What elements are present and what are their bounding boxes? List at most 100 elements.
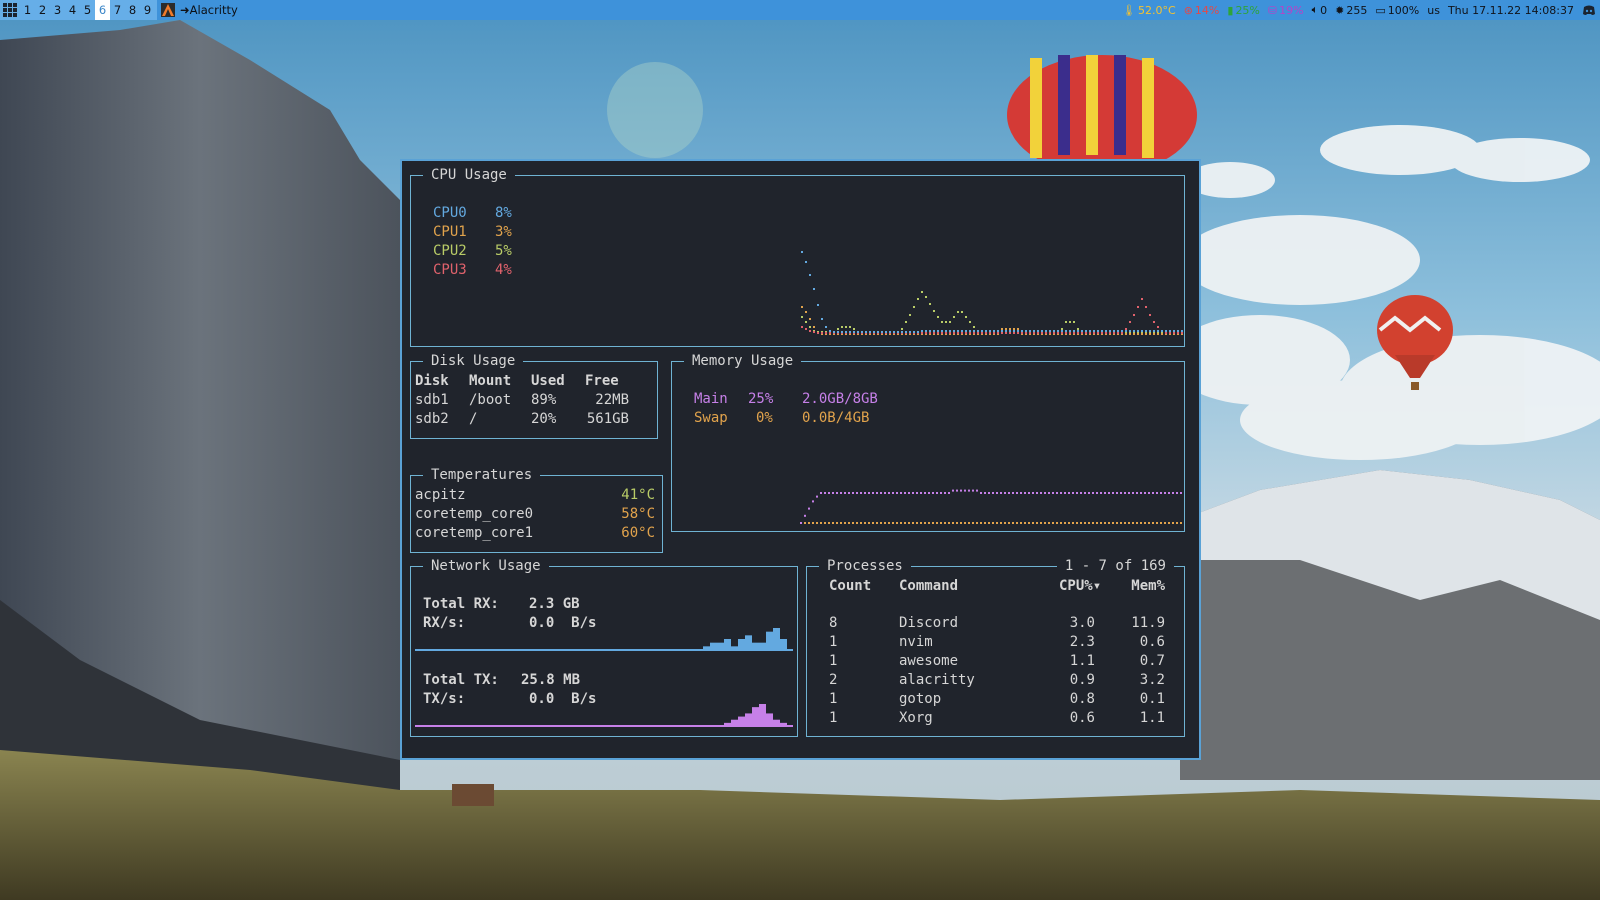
grid-launcher-icon[interactable] [0, 0, 20, 20]
keyboard-layout[interactable]: us [1427, 4, 1440, 17]
cpu2-series-point [905, 321, 907, 323]
cpu0-series-point [925, 330, 927, 332]
alacritty-window[interactable]: CPU Usage CPU0 8% CPU1 3% CPU2 5% CPU3 4… [400, 159, 1201, 760]
cpu3-series-point [1129, 321, 1131, 323]
cpu2-series-point [1069, 321, 1071, 323]
cpu0-series-point [913, 331, 915, 333]
cpu3-series-point [929, 332, 931, 334]
cpu0-series-point [1117, 330, 1119, 332]
cpu0-label: CPU0 [433, 205, 467, 221]
proc-header-count[interactable]: Count [829, 577, 871, 596]
main-series-point [832, 492, 834, 494]
cpu3-series-point [949, 332, 951, 334]
main-series-point [948, 492, 950, 494]
memory-widget[interactable]: ▮ 25% [1227, 4, 1260, 17]
cpu0-series-point [973, 330, 975, 332]
main-series-point [920, 492, 922, 494]
main-series [800, 489, 1182, 524]
memory-swap-amount: 0.0B/4GB [802, 410, 870, 426]
cpu2-series-point [961, 311, 963, 313]
swap-series-point [1024, 522, 1026, 524]
cpu2-series-point [1073, 321, 1075, 323]
main-series-point [1052, 492, 1054, 494]
tag-1[interactable]: 1 [20, 0, 35, 20]
cpu0-series-point [801, 251, 803, 253]
tag-2[interactable]: 2 [35, 0, 50, 20]
proc-count: 1 [829, 710, 838, 726]
tag-9[interactable]: 9 [140, 0, 155, 20]
temperature-widget[interactable]: 🌡︎ 52.0°C [1122, 4, 1176, 17]
clock[interactable]: Thu 17.11.22 14:08:37 [1448, 4, 1574, 17]
swap-series-point [1104, 522, 1106, 524]
main-series-point [1024, 492, 1026, 494]
processes-panel[interactable]: Processes 1 - 7 of 169 Count Command CPU… [806, 557, 1185, 737]
tag-4[interactable]: 4 [65, 0, 80, 20]
tag-6[interactable]: 6 [95, 0, 110, 20]
tag-3[interactable]: 3 [50, 0, 65, 20]
proc-header-mem[interactable]: Mem% [1107, 577, 1165, 596]
discord-icon[interactable] [1582, 5, 1596, 16]
cpu2-value: 5% [495, 243, 512, 259]
tag-list: 1 2 3 4 5 6 7 8 9 [20, 0, 155, 20]
cpu0-series-point [885, 331, 887, 333]
cpu2-series-point [1065, 321, 1067, 323]
cpu0-series-point [1001, 330, 1003, 332]
rx-bar [752, 642, 759, 650]
cpu3-series-point [965, 332, 967, 334]
proc-header-command[interactable]: Command [899, 577, 958, 596]
tag-5[interactable]: 5 [80, 0, 95, 20]
tasklist-item-alacritty[interactable]: ➜ Alacritty [157, 0, 1158, 20]
proc-count: 1 [829, 634, 838, 650]
cpu0-series-point [1169, 330, 1171, 332]
processes-range: 1 - 7 of 169 [1056, 557, 1174, 575]
main-series-point [1064, 492, 1066, 494]
rx-bar [773, 628, 780, 650]
main-series-point [996, 492, 998, 494]
rx-bar [731, 646, 738, 650]
rx-bar [745, 635, 752, 650]
swap-series-point [884, 522, 886, 524]
cpu2-series-point [929, 303, 931, 305]
temperatures-panel: Temperatures acpitz 41°C coretemp_core0 … [410, 466, 663, 553]
proc-mem: 1.1 [1139, 710, 1165, 726]
main-series-point [872, 492, 874, 494]
cpu0-series-point [1129, 330, 1131, 332]
swap-series-point [1132, 522, 1134, 524]
cpu3-series-point [989, 332, 991, 334]
proc-command: Xorg [899, 710, 933, 726]
proc-header-cpu[interactable]: CPU%▾ [1059, 577, 1101, 596]
swap-series-point [896, 522, 898, 524]
tag-8[interactable]: 8 [125, 0, 140, 20]
swap-series-point [820, 522, 822, 524]
brightness-widget[interactable]: ✹ 255 [1335, 4, 1367, 17]
cpu0-series-point [909, 331, 911, 333]
cpu0-series-point [813, 288, 815, 290]
tag-7[interactable]: 7 [110, 0, 125, 20]
total-tx-label: Total TX: [423, 672, 499, 688]
cpu1-label: CPU1 [433, 224, 467, 240]
cpu0-series-point [977, 330, 979, 332]
cpu0-series-point [965, 330, 967, 332]
tasklist-arrow-icon: ➜ [180, 3, 190, 17]
cpu-widget[interactable]: ⊛ 14% [1184, 4, 1220, 17]
swap-series-point [1120, 522, 1122, 524]
battery-widget[interactable]: ▭ 100% [1375, 4, 1419, 17]
cpu3-series-point [1005, 332, 1007, 334]
cpu2-series-point [809, 326, 811, 328]
disk-widget[interactable]: ⛁ 19% [1268, 4, 1304, 17]
main-series-point [840, 492, 842, 494]
cpu2-series-point [965, 316, 967, 318]
main-series-point [852, 492, 854, 494]
cpu3-series-point [1137, 306, 1139, 308]
swap-series-point [1088, 522, 1090, 524]
cpu3-series-point [1029, 332, 1031, 334]
main-series-point [956, 489, 958, 492]
main-series-point [1128, 492, 1130, 494]
memory-usage-panel: Memory Usage Main 25% 2.0GB/8GB Swap 0% … [671, 352, 1185, 532]
volume-widget[interactable]: 🔈︎ 0 [1312, 3, 1328, 17]
swap-series-point [956, 522, 958, 524]
cpu0-series-point [1157, 330, 1159, 332]
cpu0-series-point [845, 331, 847, 333]
cpu0-series-point [889, 331, 891, 333]
main-series-point [952, 489, 954, 492]
